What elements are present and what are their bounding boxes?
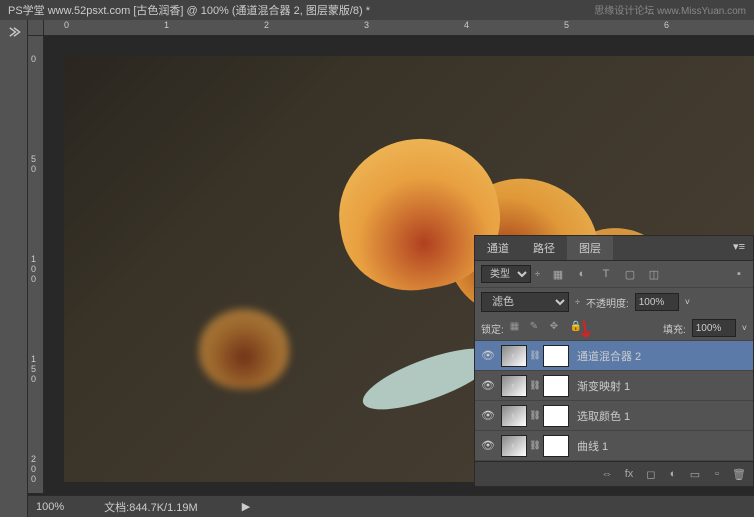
filter-smartobject-icon[interactable]: ◫ xyxy=(646,266,662,282)
layer-list: 👁 ◐ ⛓ 通道混合器 2 👁 ◐ ⛓ 渐变映射 1 👁 ◐ ⛓ xyxy=(475,341,753,461)
adjustment-thumbnail[interactable]: ◐ xyxy=(501,435,527,457)
blend-mode-select[interactable]: 滤色 xyxy=(481,292,569,312)
filter-dropdown-icon: ÷ xyxy=(535,269,540,279)
opacity-scrub-icon[interactable]: ˅ xyxy=(685,297,690,307)
vertical-ruler[interactable]: 0 5 0 1 0 0 1 5 0 2 0 0 xyxy=(28,36,44,493)
mask-link-icon[interactable]: ⛓ xyxy=(529,410,541,421)
left-edge-toolbar xyxy=(0,20,28,517)
ruler-tick: 5 xyxy=(31,364,36,374)
new-adjustment-icon[interactable]: ◐ xyxy=(665,466,681,482)
layers-panel-footer: ⇔ fx ◻ ◐ ▭ ▫ 🗑 xyxy=(475,461,753,486)
horizontal-ruler[interactable]: 0 1 2 3 4 5 6 xyxy=(44,20,754,36)
opacity-input[interactable] xyxy=(635,293,679,311)
fill-input[interactable] xyxy=(692,319,736,337)
blend-mode-row: 滤色 ÷ 不透明度: ˅ ↘ xyxy=(475,288,753,316)
panel-menu-icon[interactable]: ▾≡ xyxy=(725,236,753,260)
filter-adjustment-icon[interactable]: ◐ xyxy=(574,266,590,282)
document-title: PS学堂 www.52psxt.com [古色润香] @ 100% (通道混合器… xyxy=(8,2,370,18)
link-layers-icon[interactable]: ⇔ xyxy=(599,466,615,482)
tab-channels[interactable]: 通道 xyxy=(475,236,521,260)
mask-link-icon[interactable]: ⛓ xyxy=(529,440,541,451)
ruler-tick: 2 xyxy=(264,20,269,30)
ruler-tick: 0 xyxy=(31,264,36,274)
adjustment-thumbnail[interactable]: ◐ xyxy=(501,345,527,367)
filter-pixel-icon[interactable]: ▦ xyxy=(550,266,566,282)
expand-toolbar-button[interactable] xyxy=(0,20,28,44)
filter-type-icon[interactable]: T xyxy=(598,266,614,282)
ruler-tick: 3 xyxy=(364,20,369,30)
document-title-bar: PS学堂 www.52psxt.com [古色润香] @ 100% (通道混合器… xyxy=(0,0,754,20)
layer-item[interactable]: 👁 ◐ ⛓ 通道混合器 2 xyxy=(475,341,753,371)
lock-label: 锁定: xyxy=(481,321,504,336)
panel-tabs: 通道 路径 图层 ▾≡ xyxy=(475,236,753,261)
layer-name[interactable]: 通道混合器 2 xyxy=(573,348,749,364)
ruler-tick: 4 xyxy=(464,20,469,30)
new-group-icon[interactable]: ▭ xyxy=(687,466,703,482)
ruler-tick: 0 xyxy=(31,274,36,284)
lock-transparency-icon[interactable]: ▦ xyxy=(510,321,524,335)
add-mask-icon[interactable]: ◻ xyxy=(643,466,659,482)
layer-name[interactable]: 选取颜色 1 xyxy=(573,408,749,424)
adjustment-thumbnail[interactable]: ◐ xyxy=(501,375,527,397)
layer-mask-thumbnail[interactable] xyxy=(543,345,569,367)
visibility-eye-icon[interactable]: 👁 xyxy=(479,379,497,392)
mask-link-icon[interactable]: ⛓ xyxy=(529,380,541,391)
ruler-tick: 0 xyxy=(31,164,36,174)
layer-name[interactable]: 曲线 1 xyxy=(573,438,749,454)
ruler-tick: 1 xyxy=(31,354,36,364)
layer-mask-thumbnail[interactable] xyxy=(543,435,569,457)
adjustment-thumbnail[interactable]: ◐ xyxy=(501,405,527,427)
layer-mask-thumbnail[interactable] xyxy=(543,405,569,427)
visibility-eye-icon[interactable]: 👁 xyxy=(479,349,497,362)
layer-item[interactable]: 👁 ◐ ⛓ 选取颜色 1 xyxy=(475,401,753,431)
info-flyout-icon[interactable]: ▶ xyxy=(242,500,250,513)
filter-shape-icon[interactable]: ▢ xyxy=(622,266,638,282)
lock-pixels-icon[interactable]: ✎ xyxy=(530,321,544,335)
tab-layers[interactable]: 图层 xyxy=(567,236,613,260)
ruler-tick: 1 xyxy=(31,254,36,264)
ruler-tick: 2 xyxy=(31,454,36,464)
ruler-tick: 0 xyxy=(31,464,36,474)
visibility-eye-icon[interactable]: 👁 xyxy=(479,439,497,452)
layer-style-icon[interactable]: fx xyxy=(621,466,637,482)
ruler-tick: 0 xyxy=(31,54,36,64)
ruler-tick: 1 xyxy=(164,20,169,30)
blend-dropdown-icon: ÷ xyxy=(575,297,580,307)
layers-panel: 通道 路径 图层 ▾≡ 类型 ÷ ▦ ◐ T ▢ ◫ ▪ 滤色 ÷ 不透明度: … xyxy=(474,235,754,487)
ruler-tick: 5 xyxy=(31,154,36,164)
lock-row: 锁定: ▦ ✎ ✥ 🔒 填充: ˅ xyxy=(475,316,753,341)
document-size-info[interactable]: 文档:844.7K/1.19M xyxy=(104,499,198,515)
ruler-tick: 0 xyxy=(64,20,69,30)
layer-filter-kind-select[interactable]: 类型 xyxy=(481,265,531,283)
fill-label: 填充: xyxy=(663,321,686,336)
filter-toggle-switch[interactable]: ▪ xyxy=(731,266,747,282)
new-layer-icon[interactable]: ▫ xyxy=(709,466,725,482)
fill-scrub-icon[interactable]: ˅ xyxy=(742,323,747,333)
delete-layer-icon[interactable]: 🗑 xyxy=(731,466,747,482)
watermark-text: 思缘设计论坛 www.MissYuan.com xyxy=(594,2,746,17)
zoom-level[interactable]: 100% xyxy=(36,501,64,513)
ruler-tick: 6 xyxy=(664,20,669,30)
ruler-origin[interactable] xyxy=(28,20,44,36)
ruler-tick: 0 xyxy=(31,474,36,484)
lock-position-icon[interactable]: ✥ xyxy=(550,321,564,335)
layer-filter-row: 类型 ÷ ▦ ◐ T ▢ ◫ ▪ xyxy=(475,261,753,288)
lock-all-icon[interactable]: 🔒 xyxy=(570,321,584,335)
visibility-eye-icon[interactable]: 👁 xyxy=(479,409,497,422)
layer-item[interactable]: 👁 ◐ ⛓ 曲线 1 xyxy=(475,431,753,461)
status-bar: 100% 文档:844.7K/1.19M ▶ xyxy=(28,495,754,517)
ruler-tick: 0 xyxy=(31,374,36,384)
ruler-tick: 5 xyxy=(564,20,569,30)
layer-mask-thumbnail[interactable] xyxy=(543,375,569,397)
opacity-label: 不透明度: xyxy=(586,295,629,310)
layer-item[interactable]: 👁 ◐ ⛓ 渐变映射 1 xyxy=(475,371,753,401)
tab-paths[interactable]: 路径 xyxy=(521,236,567,260)
mask-link-icon[interactable]: ⛓ xyxy=(529,350,541,361)
layer-name[interactable]: 渐变映射 1 xyxy=(573,378,749,394)
